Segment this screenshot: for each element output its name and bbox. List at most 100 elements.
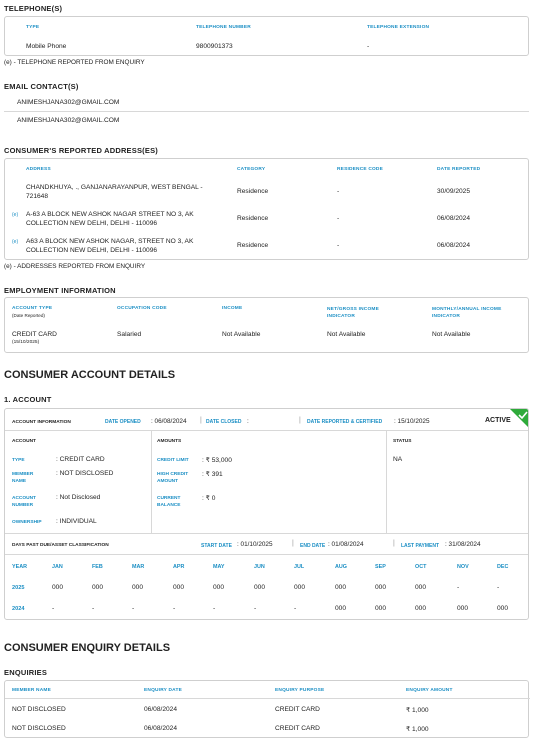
th-date-reported: DATE REPORTED: [437, 167, 481, 172]
divider: [5, 554, 528, 555]
address-date: 30/09/2025: [437, 188, 471, 195]
dpd-cell: -: [213, 605, 216, 612]
dpd-cell: 000: [415, 605, 427, 612]
th-ext: TELEPHONE EXTENSION: [367, 25, 430, 30]
month-header: OCT: [415, 564, 427, 570]
employment-income: Not Available: [222, 331, 261, 338]
month-header: MAR: [132, 564, 145, 570]
th-enquiry-amount: ENQUIRY AMOUNT: [406, 688, 453, 693]
email-item: ANIMESHJANA302@GMAIL.COM: [17, 99, 120, 106]
high-credit-label: HIGH CREDIT AMOUNT: [157, 472, 189, 484]
divider: [5, 430, 528, 431]
status-badge: ACTIVE: [485, 417, 511, 424]
dpd-cell: 000: [375, 584, 387, 591]
account-info-label: ACCOUNT INFORMATION: [12, 420, 71, 425]
year-label: 2024: [12, 606, 25, 612]
th-date-reported: (Date Reported): [12, 313, 45, 318]
start-date-value: : 01/10/2025: [237, 541, 273, 548]
address-category: Residence: [237, 242, 269, 249]
address-3: A63 A BLOCK NEW ASHOK NAGAR, STREET NO 3…: [26, 238, 194, 254]
dpd-cell: 000: [335, 584, 347, 591]
month-header: APR: [173, 564, 185, 570]
separator: |: [200, 417, 202, 424]
separator: |: [393, 540, 395, 547]
dpd-cell: -: [173, 605, 176, 612]
account-number-label: ACCOUNT NUMBER: [12, 496, 36, 508]
month-header: FEB: [92, 564, 103, 570]
month-header: NOV: [457, 564, 469, 570]
employment-occupation: Salaried: [117, 331, 142, 338]
month-header: AUG: [335, 564, 347, 570]
enquiry-table: MEMBER NAME ENQUIRY DATE ENQUIRY PURPOSE…: [4, 680, 530, 738]
address-table: ADDRESS CATEGORY RESIDENCE CODE DATE REP…: [4, 158, 529, 260]
th-type: TYPE: [26, 25, 40, 30]
divider: [386, 430, 387, 533]
divider: [5, 698, 530, 699]
address-title: CONSUMER'S REPORTED ADDRESS(ES): [4, 146, 158, 155]
status-value: NA: [393, 456, 403, 463]
enquiry-date: 06/08/2024: [144, 725, 178, 732]
th-category: CATEGORY: [237, 167, 266, 172]
divider: [5, 533, 528, 534]
employment-net-gross: Not Available: [327, 331, 366, 338]
enquiry-member: NOT DISCLOSED: [12, 706, 66, 713]
start-date-label: START DATE: [201, 543, 232, 549]
dpd-cell: 000: [457, 605, 469, 612]
dpd-cell: 000: [335, 605, 347, 612]
dpd-cell: 000: [132, 584, 144, 591]
year-header: YEAR: [12, 564, 27, 570]
member-value: : NOT DISCLOSED: [56, 470, 114, 477]
credit-limit-label: CREDIT LIMIT: [157, 458, 189, 463]
divider: [151, 430, 152, 533]
th-net-gross: NET/GROSS INCOME INDICATOR: [327, 307, 379, 319]
address-1: CHANDKHUYA, ., GANJANARAYANPUR, WEST BEN…: [26, 184, 203, 200]
address-date: 06/08/2024: [437, 215, 471, 222]
dpd-cell: -: [294, 605, 297, 612]
th-residence-code: RESIDENCE CODE: [337, 167, 383, 172]
employment-table: ACCOUNT TYPE (Date Reported) OCCUPATION …: [4, 297, 529, 353]
enquiry-amount: ₹ 1,000: [406, 726, 429, 733]
col-account: ACCOUNT: [12, 439, 36, 444]
ownership-value: : INDIVIDUAL: [56, 518, 97, 525]
dpd-cell: 000: [92, 584, 104, 591]
member-label: MEMBER NAME: [12, 472, 34, 484]
month-header: DEC: [497, 564, 509, 570]
month-header: JAN: [52, 564, 63, 570]
dpd-cell: 000: [52, 584, 64, 591]
current-balance-label: CURRENT BALANCE: [157, 496, 181, 508]
telephone-table: TYPE TELEPHONE NUMBER TELEPHONE EXTENSIO…: [4, 16, 529, 56]
th-monthly-annual: MONTHLY/ANNUAL INCOME INDICATOR: [432, 307, 502, 319]
dpd-cell: -: [457, 584, 460, 591]
dpd-cell: 000: [254, 584, 266, 591]
enquiry-date: 06/08/2024: [144, 706, 178, 713]
enquiry-purpose: CREDIT CARD: [275, 725, 320, 732]
type-label: TYPE: [12, 458, 25, 463]
dpd-cell: 000: [173, 584, 185, 591]
date-closed-value: :: [247, 418, 249, 425]
date-reported-label: DATE REPORTED & CERTIFIED: [307, 419, 383, 425]
th-member-name: MEMBER NAME: [12, 688, 51, 693]
enquiry-purpose: CREDIT CARD: [275, 706, 320, 713]
dpd-cell: -: [92, 605, 95, 612]
employment-account-type: CREDIT CARD: [12, 331, 57, 338]
address-2: A-63 A BLOCK NEW ASHOK NAGAR STREET NO 3…: [26, 211, 194, 227]
ownership-label: OWNERSHIP: [12, 520, 42, 525]
current-balance-value: : ₹ 0: [202, 495, 216, 502]
enquiry-tag: (e): [12, 212, 19, 218]
address-date: 06/08/2024: [437, 242, 471, 249]
credit-limit-value: : ₹ 53,000: [202, 457, 232, 464]
th-address: ADDRESS: [26, 167, 51, 172]
last-payment-value: : 31/08/2024: [445, 541, 481, 548]
month-header: JUN: [254, 564, 265, 570]
address-code: -: [337, 188, 340, 195]
account-subtitle: 1. ACCOUNT: [4, 395, 52, 404]
dpd-cell: -: [52, 605, 55, 612]
month-header: SEP: [375, 564, 386, 570]
month-header: JUL: [294, 564, 305, 570]
account-number-value: : Not Disclosed: [56, 494, 101, 501]
enquiry-amount: ₹ 1,000: [406, 707, 429, 714]
th-occupation: OCCUPATION CODE: [117, 306, 167, 311]
address-note: (e) - ADDRESSES REPORTED FROM ENQUIRY: [4, 263, 146, 270]
th-income: INCOME: [222, 306, 243, 311]
th-enquiry-purpose: ENQUIRY PURPOSE: [275, 688, 325, 693]
